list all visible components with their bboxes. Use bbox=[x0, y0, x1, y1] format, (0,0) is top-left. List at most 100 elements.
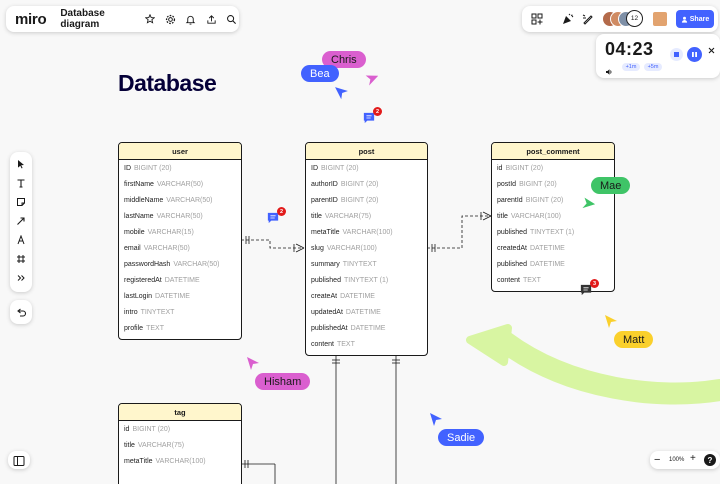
pen-tool-icon[interactable] bbox=[13, 232, 29, 248]
frame-tool-icon[interactable] bbox=[13, 251, 29, 267]
select-tool-icon[interactable] bbox=[13, 156, 29, 172]
search-icon[interactable] bbox=[225, 11, 240, 27]
text-tool-icon[interactable] bbox=[13, 175, 29, 191]
table-row[interactable]: id BIGINT (20) bbox=[492, 160, 614, 176]
field-name: metaTitle bbox=[124, 457, 153, 465]
table-post[interactable]: post ID BIGINT (20) authorID BIGINT (20) par… bbox=[305, 142, 428, 356]
board-canvas[interactable]: Database user ID BIGINT (20) firstName VARC… bbox=[0, 0, 720, 484]
table-row[interactable]: id BIGINT (20) bbox=[119, 421, 241, 437]
table-row[interactable]: middleName VARCHAR(50) bbox=[119, 192, 241, 208]
star-icon[interactable] bbox=[142, 11, 157, 27]
pen-cursor-icon[interactable] bbox=[582, 12, 594, 30]
close-icon[interactable] bbox=[708, 41, 715, 59]
table-row[interactable]: title VARCHAR(75) bbox=[306, 208, 427, 224]
field-type: BIGINT (20) bbox=[340, 196, 379, 204]
upload-icon[interactable] bbox=[204, 11, 219, 27]
table-row[interactable]: createdAt DATETIME bbox=[492, 240, 614, 256]
field-type: BIGINT (20) bbox=[132, 425, 171, 433]
table-user[interactable]: user ID BIGINT (20) firstName VARCHAR(50) mi… bbox=[118, 142, 242, 340]
cursor-pointer-icon bbox=[605, 315, 617, 328]
board-title[interactable]: Database diagram bbox=[60, 8, 138, 30]
field-type: DATETIME bbox=[350, 324, 386, 332]
pause-icon bbox=[692, 52, 697, 57]
undo-icon[interactable] bbox=[13, 304, 29, 320]
cursor-pointer-icon bbox=[247, 357, 259, 370]
stop-button[interactable] bbox=[670, 48, 683, 61]
table-row[interactable]: published TINYTEXT (1) bbox=[306, 272, 427, 288]
timer-panel: 04:23 +1m +5m bbox=[596, 34, 720, 78]
table-row[interactable]: passwordHash VARCHAR(50) bbox=[119, 256, 241, 272]
zoom-out-button[interactable]: − bbox=[654, 454, 660, 466]
table-row[interactable]: title VARCHAR(100) bbox=[492, 208, 614, 224]
bell-icon[interactable] bbox=[183, 11, 198, 27]
table-header: user bbox=[119, 143, 241, 160]
table-header: tag bbox=[119, 404, 241, 421]
table-row[interactable]: publishedAt DATETIME bbox=[306, 320, 427, 336]
share-button[interactable]: Share bbox=[676, 10, 714, 28]
table-row[interactable]: metaTitle VARCHAR(100) bbox=[306, 224, 427, 240]
celebrate-icon[interactable] bbox=[562, 12, 574, 30]
table-row[interactable]: intro TINYTEXT bbox=[119, 304, 241, 320]
field-type: DATETIME bbox=[164, 276, 200, 284]
table-row[interactable]: metaTitle VARCHAR(100) bbox=[119, 453, 241, 469]
table-row[interactable]: published DATETIME bbox=[492, 256, 614, 272]
table-row[interactable]: summary TINYTEXT bbox=[306, 256, 427, 272]
table-row[interactable]: mobile VARCHAR(15) bbox=[119, 224, 241, 240]
table-post-comment[interactable]: post_comment id BIGINT (20) postId BIGINT (… bbox=[491, 142, 615, 292]
settings-icon[interactable] bbox=[163, 11, 178, 27]
table-row[interactable]: ID BIGINT (20) bbox=[306, 160, 427, 176]
miro-logo[interactable]: miro bbox=[15, 11, 47, 28]
field-type: TEXT bbox=[146, 324, 164, 332]
table-row[interactable]: profile TEXT bbox=[119, 320, 241, 336]
table-row[interactable]: email VARCHAR(50) bbox=[119, 240, 241, 256]
table-row[interactable]: parentId BIGINT (20) bbox=[492, 192, 614, 208]
field-name: createAt bbox=[311, 292, 338, 300]
field-type: TEXT bbox=[522, 276, 541, 284]
table-rows: ID BIGINT (20) authorID BIGINT (20) parentID… bbox=[306, 160, 427, 352]
table-row[interactable]: lastName VARCHAR(50) bbox=[119, 208, 241, 224]
table-row[interactable]: parentID BIGINT (20) bbox=[306, 192, 427, 208]
sticky-note-icon[interactable] bbox=[13, 194, 29, 210]
line-tool-icon[interactable] bbox=[13, 213, 29, 229]
field-type: VARCHAR(50) bbox=[156, 212, 203, 220]
page-footer bbox=[0, 484, 720, 500]
table-row[interactable]: ID BIGINT (20) bbox=[119, 160, 241, 176]
field-name: firstName bbox=[124, 180, 154, 188]
apps-icon[interactable] bbox=[531, 12, 543, 30]
table-tag[interactable]: tag id BIGINT (20) title VARCHAR(75) metaTit… bbox=[118, 403, 242, 484]
table-row[interactable]: createAt DATETIME bbox=[306, 288, 427, 304]
field-name: parentId bbox=[497, 196, 523, 204]
table-row[interactable]: registeredAt DATETIME bbox=[119, 272, 241, 288]
cursor-pointer-icon bbox=[430, 413, 442, 426]
field-name: updatedAt bbox=[311, 308, 343, 316]
field-name: ID bbox=[124, 164, 131, 172]
timer-seconds: 23 bbox=[632, 39, 654, 59]
pause-button[interactable] bbox=[687, 47, 702, 62]
field-name: publishedAt bbox=[311, 324, 348, 332]
add-5m-button[interactable]: +5m bbox=[644, 63, 662, 71]
page-title: Database bbox=[118, 70, 217, 96]
field-type: BIGINT (20) bbox=[340, 180, 379, 188]
table-row[interactable]: title VARCHAR(75) bbox=[119, 437, 241, 453]
table-row[interactable]: slug VARCHAR(100) bbox=[306, 240, 427, 256]
frames-panel-button[interactable] bbox=[8, 451, 30, 469]
avatar[interactable] bbox=[652, 11, 668, 27]
zoom-in-button[interactable]: + bbox=[690, 453, 696, 464]
table-row[interactable]: lastLogin DATETIME bbox=[119, 288, 241, 304]
table-row[interactable]: published TINYTEXT (1) bbox=[492, 224, 614, 240]
cursor-pointer-icon bbox=[335, 87, 348, 100]
collaborator-count[interactable]: 12 bbox=[626, 10, 643, 27]
tool-palette bbox=[10, 152, 32, 292]
table-row[interactable]: authorID BIGINT (20) bbox=[306, 176, 427, 192]
field-name: published bbox=[311, 276, 341, 284]
table-row[interactable]: firstName VARCHAR(50) bbox=[119, 176, 241, 192]
help-button[interactable]: ? bbox=[704, 454, 716, 466]
add-1m-button[interactable]: +1m bbox=[622, 63, 640, 71]
volume-icon[interactable] bbox=[605, 63, 613, 81]
cursor-pointer-icon bbox=[365, 75, 378, 86]
table-row[interactable]: content TEXT bbox=[306, 336, 427, 352]
zoom-level[interactable]: 100% bbox=[669, 457, 684, 463]
table-row[interactable]: updatedAt DATETIME bbox=[306, 304, 427, 320]
stop-icon bbox=[674, 52, 679, 57]
more-tools-icon[interactable] bbox=[13, 270, 29, 286]
